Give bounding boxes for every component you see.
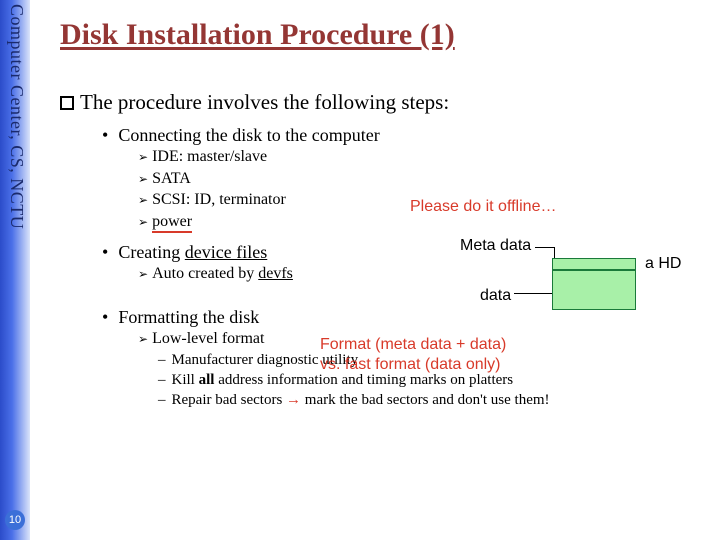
connector-line [514, 293, 554, 294]
dash-bullet-icon: – [158, 372, 166, 388]
meta-data-label: Meta data [460, 237, 531, 255]
dash-bullet-icon: – [158, 352, 166, 368]
data-label: data [480, 287, 511, 305]
arrow-icon: → [286, 391, 301, 408]
dash-repair: –Repair bad sectors → mark the bad secto… [158, 390, 710, 410]
org-label: Computer Center, CS, NCTU [3, 4, 27, 229]
bullet-format: •Formatting the disk [102, 307, 710, 328]
arrow-bullet-icon: ➢ [138, 215, 148, 229]
bullet-connecting: • Connecting the disk to the computer [102, 125, 710, 146]
sub-sata: ➢SATA [138, 168, 710, 190]
intro-text: The procedure involves the following ste… [80, 90, 449, 114]
arrow-bullet-icon: ➢ [138, 267, 148, 281]
hd-label: a HD [645, 255, 681, 273]
arrow-bullet-icon: ➢ [138, 172, 148, 186]
dash-bullet-icon: – [158, 392, 166, 408]
bullet-connecting-text: Connecting the disk to the computer [118, 125, 379, 145]
arrow-bullet-icon: ➢ [138, 332, 148, 346]
arrow-bullet-icon: ➢ [138, 150, 148, 164]
offline-annotation: Please do it offline… [410, 198, 556, 216]
format-annotation: Format (meta data + data) vs. fast forma… [320, 335, 506, 375]
dot-bullet-icon: • [102, 242, 108, 262]
sub-ide: ➢IDE: master/slave [138, 146, 710, 168]
sidebar: Computer Center, CS, NCTU [0, 0, 30, 540]
slide-title: Disk Installation Procedure (1) [60, 18, 710, 52]
square-bullet-icon [60, 96, 74, 110]
page-number: 10 [5, 510, 25, 530]
hd-diagram-meta [552, 258, 636, 270]
arrow-bullet-icon: ➢ [138, 193, 148, 207]
dot-bullet-icon: • [102, 125, 108, 145]
intro-line: The procedure involves the following ste… [60, 90, 710, 115]
hd-diagram-data [552, 270, 636, 310]
dot-bullet-icon: • [102, 307, 108, 327]
